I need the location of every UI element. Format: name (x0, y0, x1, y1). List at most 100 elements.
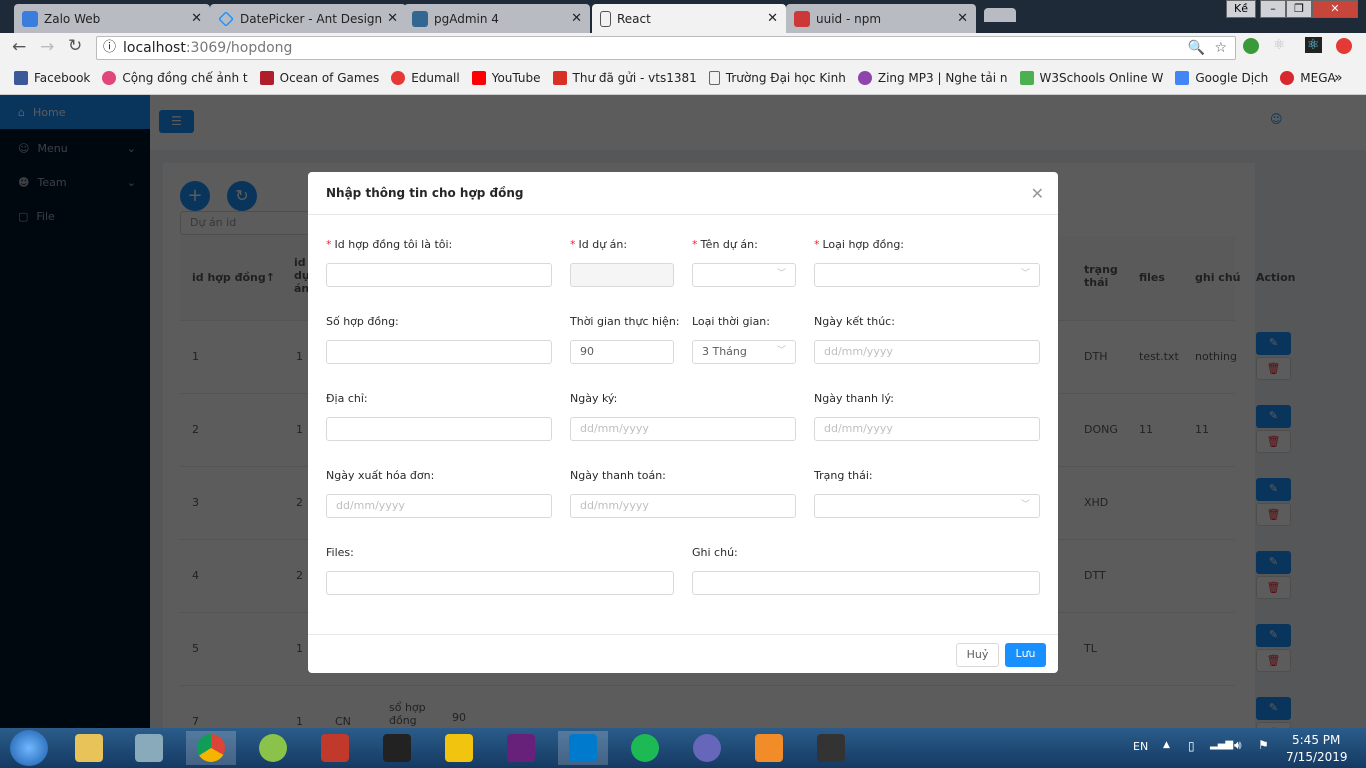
taskbar-app[interactable] (124, 731, 174, 765)
edit-button[interactable]: ✎ (1256, 624, 1291, 647)
language-indicator[interactable]: EN (1133, 740, 1148, 753)
bookmark-facebook[interactable]: Facebook (14, 71, 90, 85)
tab-datepicker[interactable]: DatePicker - Ant Design ✕ (210, 4, 406, 33)
sidebar-item-team[interactable]: ☻ Team ⌄ (0, 165, 150, 199)
edit-button[interactable]: ✎ (1256, 332, 1291, 355)
tray-arrow-icon[interactable]: ▲ (1163, 740, 1170, 750)
taskbar-spotify[interactable] (620, 731, 670, 765)
loai-thoi-gian-select[interactable]: 3 Tháng ﹀ (692, 340, 796, 364)
delete-button[interactable]: 🗑︎ (1256, 430, 1291, 453)
bookmark-star-icon[interactable]: ☆ (1214, 37, 1227, 59)
clock-time[interactable]: 5:45 PM (1292, 733, 1340, 747)
taskbar-sublime[interactable] (744, 731, 794, 765)
taskbar-app[interactable] (434, 731, 484, 765)
back-icon[interactable]: ← (12, 37, 26, 57)
ten-du-an-select[interactable]: ﹀ (692, 263, 796, 287)
bookmark-edumall[interactable]: Edumall (391, 71, 460, 85)
maximize-button[interactable]: ❐ (1286, 0, 1312, 18)
close-tab-icon[interactable]: ✕ (767, 11, 778, 26)
taskbar-vscode[interactable] (558, 731, 608, 765)
new-tab-button[interactable] (984, 8, 1016, 22)
battery-icon[interactable]: ▯ (1188, 739, 1195, 753)
bookmark-ocean-of-games[interactable]: Ocean of Games (259, 71, 379, 85)
add-button[interactable]: + (180, 181, 210, 211)
forward-icon[interactable]: → (40, 37, 54, 57)
start-button[interactable] (10, 730, 48, 766)
id-hop-dong-input[interactable] (326, 263, 552, 287)
edit-button[interactable]: ✎ (1256, 405, 1291, 428)
edit-button[interactable]: ✎ (1256, 478, 1291, 501)
user-icon[interactable]: ☺ (1270, 112, 1283, 126)
column-header[interactable]: ghi chú (1195, 271, 1241, 284)
delete-button[interactable]: 🗑︎ (1256, 357, 1291, 380)
ngay-thanh-ly-input[interactable]: dd/mm/yyyy (814, 417, 1040, 441)
edit-button[interactable]: ✎ (1256, 697, 1291, 720)
clock-date[interactable]: 7/15/2019 (1286, 750, 1348, 764)
bookmark-youtube[interactable]: YouTube (471, 71, 541, 85)
bookmark-w3schools[interactable]: W3Schools Online W (1019, 71, 1163, 85)
taskbar-coccoc[interactable] (248, 731, 298, 765)
column-header[interactable]: id dự án (294, 256, 308, 295)
loai-hop-dong-select[interactable]: ﹀ (814, 263, 1040, 287)
ngay-thanh-toan-input[interactable]: dd/mm/yyyy (570, 494, 796, 518)
cancel-button[interactable]: Huỷ (956, 643, 999, 667)
sidebar-item-file[interactable]: ▢ File (0, 199, 150, 233)
bookmark-gmail[interactable]: Thư đã gửi - vts1381 (552, 71, 697, 85)
delete-button[interactable]: 🗑︎ (1256, 576, 1291, 599)
edit-button[interactable]: ✎ (1256, 551, 1291, 574)
react-devtools-icon[interactable]: ⚛ (1273, 37, 1286, 53)
close-tab-icon[interactable]: ✕ (957, 11, 968, 26)
action-center-flag-icon[interactable]: ⚑ (1258, 738, 1269, 752)
bookmark-zing-mp3[interactable]: Zing MP3 | Nghe tải n (857, 71, 1008, 85)
profile-button[interactable]: Kề (1226, 0, 1256, 18)
sidebar-item-home[interactable]: ⌂ Home (0, 95, 150, 129)
sidebar-item-menu[interactable]: ☺ Menu ⌄ (0, 131, 150, 165)
taskbar-chrome[interactable] (186, 731, 236, 765)
bookmark-cong-dong[interactable]: Cộng đồng chế ảnh t (102, 71, 248, 85)
close-window-button[interactable]: ✕ (1312, 0, 1358, 18)
close-icon[interactable]: ✕ (1031, 184, 1044, 203)
ghi-chu-input[interactable] (692, 571, 1040, 595)
dia-chi-input[interactable] (326, 417, 552, 441)
taskbar-nox[interactable] (806, 731, 856, 765)
signal-icon[interactable]: ▂▄▆ (1210, 739, 1233, 750)
volume-icon[interactable]: 🔊︎ (1234, 738, 1242, 753)
bookmark-truong-dai-hoc[interactable]: Trường Đại học Kinh (708, 71, 846, 85)
taskbar-network[interactable] (310, 731, 360, 765)
save-button[interactable]: Lưu (1005, 643, 1046, 667)
ngay-xuat-hoa-don-input[interactable]: dd/mm/yyyy (326, 494, 552, 518)
ngay-ket-thuc-input[interactable]: dd/mm/yyyy (814, 340, 1040, 364)
taskbar-garena[interactable] (372, 731, 422, 765)
taskbar-atom[interactable] (682, 731, 732, 765)
taskbar-visual-studio[interactable] (496, 731, 546, 765)
delete-button[interactable]: 🗑︎ (1256, 503, 1291, 526)
column-header[interactable]: id hợp đồng↑ (192, 271, 275, 284)
minimize-button[interactable]: – (1260, 0, 1286, 18)
so-hop-dong-input[interactable] (326, 340, 552, 364)
ngay-ky-input[interactable]: dd/mm/yyyy (570, 417, 796, 441)
tab-zalo[interactable]: Zalo Web ✕ (14, 4, 210, 33)
thoi-gian-input[interactable]: 90 (570, 340, 674, 364)
delete-button[interactable]: 🗑︎ (1256, 649, 1291, 672)
url-input[interactable]: ⓘ localhost:3069/hopdong 🔍 ☆ (96, 36, 1236, 60)
close-tab-icon[interactable]: ✕ (571, 11, 582, 26)
files-input[interactable] (326, 571, 674, 595)
tab-uuid[interactable]: uuid - npm ✕ (786, 4, 976, 33)
reload-icon[interactable]: ↻ (68, 36, 82, 56)
bookmark-google-dich[interactable]: Google Dịch (1175, 71, 1268, 85)
column-header[interactable]: files (1139, 271, 1165, 284)
tab-pgadmin[interactable]: pgAdmin 4 ✕ (404, 4, 590, 33)
reload-button[interactable]: ↻ (227, 181, 257, 211)
close-tab-icon[interactable]: ✕ (191, 11, 202, 26)
zoom-icon[interactable]: 🔍 (1188, 37, 1205, 59)
react-icon[interactable]: ⚛ (1305, 37, 1322, 53)
menu-fold-button[interactable]: ☰ (159, 110, 194, 133)
extension-icon[interactable] (1336, 38, 1352, 54)
tab-react[interactable]: React ✕ (592, 4, 786, 33)
column-header[interactable]: trạng thái (1084, 263, 1124, 289)
close-tab-icon[interactable]: ✕ (387, 11, 398, 26)
more-bookmarks-button[interactable]: » (1334, 70, 1343, 86)
taskbar-explorer[interactable] (64, 731, 114, 765)
trang-thai-select[interactable]: ﹀ (814, 494, 1040, 518)
bookmark-mega[interactable]: MEGA (1280, 71, 1336, 85)
